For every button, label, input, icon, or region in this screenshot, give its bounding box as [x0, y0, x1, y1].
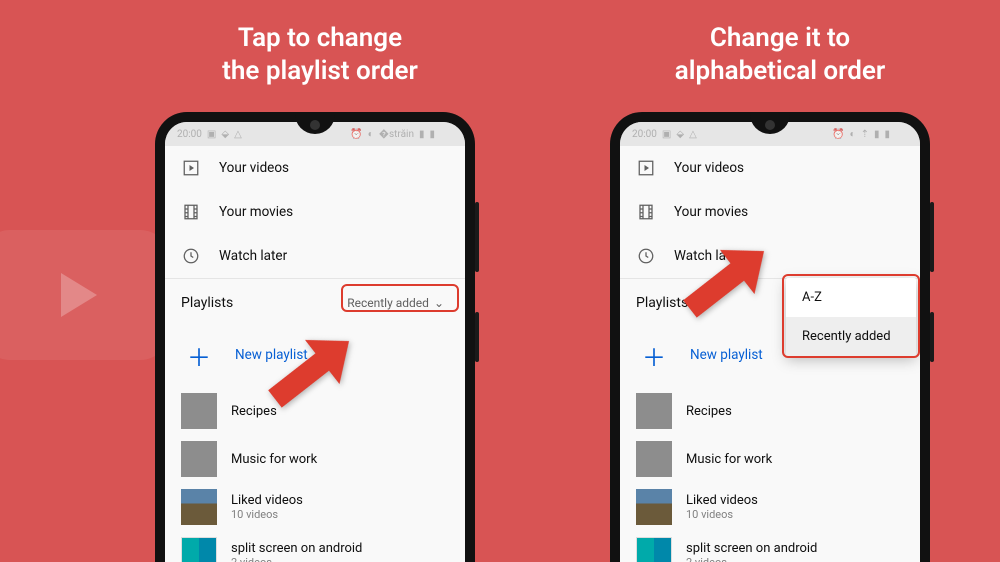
playlist-item[interactable]: split screen on android 2 videos — [165, 531, 465, 562]
playlist-item[interactable]: Liked videos 10 videos — [165, 483, 465, 531]
library-watch-later[interactable]: Watch later — [620, 234, 920, 278]
caption-text: the playlist order — [222, 56, 418, 86]
playlist-thumbnail — [181, 393, 217, 429]
alarm-icon: ⏰ — [350, 129, 362, 140]
play-box-icon — [636, 158, 656, 178]
playlist-item[interactable]: Recipes — [620, 387, 920, 435]
wifi-icon: ⇡ — [861, 129, 869, 140]
status-time: 20:00 — [177, 129, 202, 140]
playlists-header: Playlists Recently added ⌄ — [165, 279, 465, 327]
sort-label: Recently added — [347, 296, 429, 310]
playlist-meta: 2 videos — [231, 556, 362, 562]
signal-icon: ▮ — [874, 129, 880, 140]
phone-frame-left: 20:00 ▣ ⬙ △ ⏰ ◐ �străin ▮ ▮ Your videos — [155, 112, 475, 562]
playlist-thumbnail — [636, 489, 672, 525]
playlist-item[interactable]: Liked videos 10 videos — [620, 483, 920, 531]
plus-icon: ＋ — [181, 337, 217, 373]
status-icon: ⬙ — [676, 129, 684, 140]
playlist-thumbnail — [181, 537, 217, 562]
plus-icon: ＋ — [636, 337, 672, 373]
screen-left: 20:00 ▣ ⬙ △ ⏰ ◐ �străin ▮ ▮ Your videos — [165, 122, 465, 562]
playlists-title: Playlists — [636, 295, 688, 311]
playlist-item[interactable]: Music for work — [165, 435, 465, 483]
clock-icon — [636, 246, 656, 266]
caption-text: alphabetical order — [675, 56, 885, 86]
library-your-videos[interactable]: Your videos — [165, 146, 465, 190]
battery-icon: ▮ — [429, 129, 435, 140]
status-icon: ◐ — [850, 129, 856, 140]
playlist-item[interactable]: Music for work — [620, 435, 920, 483]
status-icon: ◐ — [368, 129, 374, 140]
new-playlist-label: New playlist — [235, 347, 308, 363]
library-your-movies[interactable]: Your movies — [165, 190, 465, 234]
playlist-item[interactable]: split screen on android 2 videos — [620, 531, 920, 562]
playlist-thumbnail — [181, 489, 217, 525]
playlist-thumbnail — [636, 441, 672, 477]
alarm-icon: ⏰ — [832, 129, 844, 140]
phone-side-button — [930, 312, 934, 362]
playlist-meta: 10 videos — [686, 508, 758, 521]
playlist-name: Recipes — [231, 404, 277, 419]
caption-text: Change it to — [710, 23, 850, 53]
library-item-label: Your videos — [674, 160, 744, 176]
library-your-videos[interactable]: Your videos — [620, 146, 920, 190]
status-icon: △ — [234, 129, 242, 140]
sort-dropdown[interactable]: Recently added ⌄ — [338, 291, 453, 315]
film-icon — [636, 202, 656, 222]
status-time: 20:00 — [632, 129, 657, 140]
chevron-down-icon: ⌄ — [434, 296, 444, 310]
caption-left: Tap to change the playlist order — [140, 22, 500, 87]
signal-icon: ▮ — [419, 129, 425, 140]
new-playlist-button[interactable]: ＋ New playlist — [165, 327, 465, 387]
playlist-name: Music for work — [231, 452, 317, 467]
library-item-label: Your videos — [219, 160, 289, 176]
battery-icon: ▮ — [884, 129, 890, 140]
playlist-name: Recipes — [686, 404, 732, 419]
film-icon — [181, 202, 201, 222]
playlist-meta: 10 videos — [231, 508, 303, 521]
library-watch-later[interactable]: Watch later — [165, 234, 465, 278]
sort-option-az[interactable]: A-Z — [786, 278, 916, 317]
status-icon: △ — [689, 129, 697, 140]
playlists-title: Playlists — [181, 295, 233, 311]
library-your-movies[interactable]: Your movies — [620, 190, 920, 234]
status-icon: ▣ — [207, 129, 216, 140]
playlist-item[interactable]: Recipes — [165, 387, 465, 435]
playlist-name: split screen on android — [686, 541, 817, 556]
library-item-label: Your movies — [219, 204, 293, 220]
sort-popup: A-Z Recently added — [786, 278, 916, 356]
play-box-icon — [181, 158, 201, 178]
phone-frame-right: 20:00 ▣ ⬙ △ ⏰ ◐ ⇡ ▮ ▮ Your videos Yo — [610, 112, 930, 562]
phone-side-button — [930, 202, 934, 272]
phone-side-button — [475, 312, 479, 362]
playlist-thumbnail — [636, 393, 672, 429]
status-icon: ▣ — [662, 129, 671, 140]
status-icon: ⬙ — [221, 129, 229, 140]
library-item-label: Watch later — [219, 248, 287, 264]
screen-right: 20:00 ▣ ⬙ △ ⏰ ◐ ⇡ ▮ ▮ Your videos Yo — [620, 122, 920, 562]
sort-option-recent[interactable]: Recently added — [786, 317, 916, 356]
playlist-thumbnail — [181, 441, 217, 477]
playlist-thumbnail — [636, 537, 672, 562]
playlist-name: Liked videos — [686, 493, 758, 508]
phone-side-button — [475, 202, 479, 272]
playlist-name: Music for work — [686, 452, 772, 467]
wifi-icon: �străin — [379, 129, 414, 140]
playlist-name: Liked videos — [231, 493, 303, 508]
clock-icon — [181, 246, 201, 266]
new-playlist-label: New playlist — [690, 347, 763, 363]
library-item-label: Watch later — [674, 248, 742, 264]
youtube-watermark — [0, 230, 170, 360]
playlist-meta: 2 videos — [686, 556, 817, 562]
playlist-name: split screen on android — [231, 541, 362, 556]
caption-right: Change it to alphabetical order — [600, 22, 960, 87]
caption-text: Tap to change — [238, 23, 402, 53]
library-item-label: Your movies — [674, 204, 748, 220]
